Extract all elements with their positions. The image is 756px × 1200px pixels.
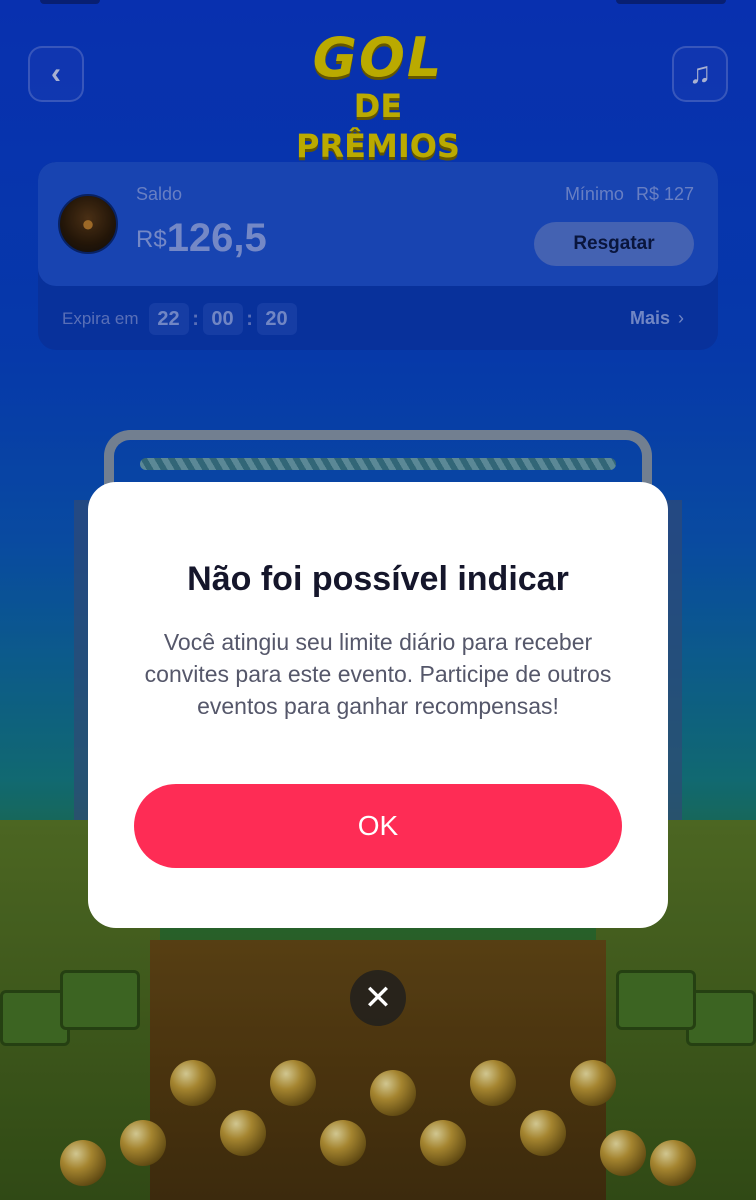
close-button[interactable]: ✕ xyxy=(350,970,406,1026)
ok-button[interactable]: OK xyxy=(134,784,622,868)
dialog-message: Você atingiu seu limite diário para rece… xyxy=(144,629,612,719)
error-dialog: Não foi possível indicar Você atingiu se… xyxy=(88,482,668,928)
close-icon: ✕ xyxy=(363,979,393,1017)
dialog-title: Não foi possível indicar xyxy=(187,560,569,598)
